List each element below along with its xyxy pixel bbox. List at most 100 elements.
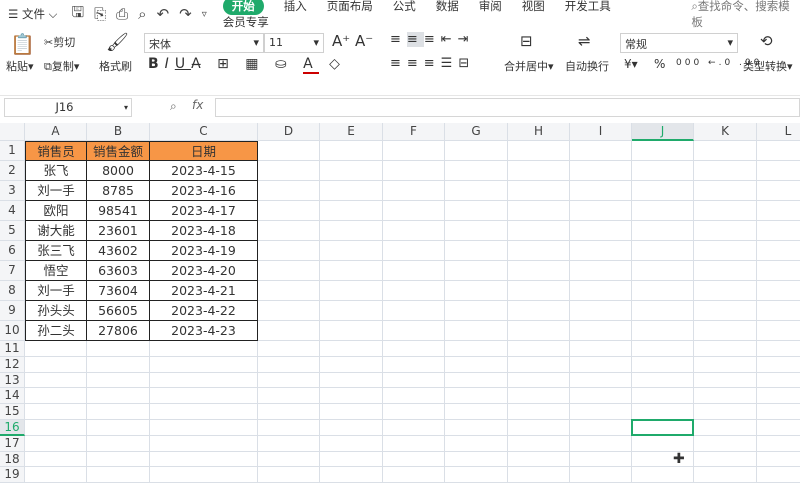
cell[interactable]: [150, 356, 258, 373]
cell[interactable]: [694, 201, 757, 221]
cell[interactable]: [570, 181, 632, 201]
cell[interactable]: [258, 281, 320, 301]
cell[interactable]: [632, 201, 694, 221]
cell[interactable]: [383, 451, 445, 468]
cell[interactable]: [258, 356, 320, 373]
cell[interactable]: [320, 261, 383, 281]
cell[interactable]: [320, 388, 383, 405]
cell[interactable]: [508, 372, 570, 389]
cell[interactable]: [150, 341, 258, 357]
table-cell[interactable]: 2023-4-23: [150, 321, 258, 341]
cell[interactable]: [383, 141, 445, 161]
cell[interactable]: [87, 388, 150, 405]
cell[interactable]: [694, 301, 757, 321]
cell[interactable]: [383, 261, 445, 281]
cell[interactable]: [383, 301, 445, 321]
cell[interactable]: [25, 372, 87, 389]
row-header-4[interactable]: 4: [0, 201, 25, 221]
cell[interactable]: [258, 420, 320, 436]
cell[interactable]: [445, 321, 508, 341]
tab-0[interactable]: 开始: [222, 0, 264, 15]
cell[interactable]: [25, 341, 87, 357]
cell[interactable]: [694, 372, 757, 389]
cell[interactable]: [150, 451, 258, 468]
cell[interactable]: [757, 420, 800, 436]
table-cell[interactable]: 2023-4-19: [150, 241, 258, 261]
cell[interactable]: [258, 388, 320, 405]
formula-input[interactable]: [215, 98, 800, 117]
cell[interactable]: [87, 435, 150, 452]
cell[interactable]: [570, 241, 632, 261]
row-header-10[interactable]: 10: [0, 321, 25, 341]
cell[interactable]: [508, 161, 570, 181]
column-header-C[interactable]: C: [150, 123, 258, 141]
halign-buttons[interactable]: ≡≡≡☰⊟: [390, 56, 475, 71]
cell[interactable]: [508, 356, 570, 373]
cell[interactable]: [757, 241, 800, 261]
cell[interactable]: [87, 467, 150, 484]
table-cell[interactable]: 2023-4-21: [150, 281, 258, 301]
cell[interactable]: [383, 241, 445, 261]
cell[interactable]: [320, 451, 383, 468]
cell[interactable]: [757, 467, 800, 484]
cell[interactable]: [570, 281, 632, 301]
cell[interactable]: [632, 301, 694, 321]
font-select[interactable]: 宋体 ▾: [144, 33, 264, 53]
cell[interactable]: [383, 372, 445, 389]
cell[interactable]: [25, 404, 87, 420]
tab-2[interactable]: 页面布局: [327, 0, 373, 13]
more-icon[interactable]: ▿: [202, 9, 207, 20]
cell[interactable]: [570, 372, 632, 389]
cell[interactable]: [694, 261, 757, 281]
cell[interactable]: [383, 221, 445, 241]
cell[interactable]: [632, 321, 694, 341]
cell[interactable]: [694, 467, 757, 484]
cell[interactable]: [258, 372, 320, 389]
cell[interactable]: [632, 435, 694, 452]
cell[interactable]: [320, 221, 383, 241]
column-header-H[interactable]: H: [508, 123, 570, 141]
table-cell[interactable]: 73604: [87, 281, 150, 301]
table-cell[interactable]: 欧阳: [25, 201, 87, 221]
cell[interactable]: [320, 301, 383, 321]
name-box[interactable]: J16 ▾: [4, 98, 132, 117]
cell[interactable]: [757, 436, 800, 452]
number-format-select[interactable]: 常规 ▾: [620, 33, 738, 53]
row-header-7[interactable]: 7: [0, 261, 25, 281]
export-icon[interactable]: ⎘: [94, 5, 106, 23]
paste-icon[interactable]: 📋: [10, 32, 35, 56]
redo-icon[interactable]: ↷: [179, 5, 192, 23]
cell[interactable]: [445, 261, 508, 281]
cell[interactable]: [87, 420, 150, 436]
cell[interactable]: [320, 201, 383, 221]
cell[interactable]: [508, 181, 570, 201]
cell[interactable]: [25, 435, 87, 452]
column-header-A[interactable]: A: [25, 123, 87, 141]
tab-3[interactable]: 公式: [393, 0, 416, 13]
cell[interactable]: [508, 435, 570, 452]
cell[interactable]: [445, 181, 508, 201]
column-header-G[interactable]: G: [445, 123, 508, 141]
cell[interactable]: [632, 161, 694, 181]
cell[interactable]: [508, 261, 570, 281]
cell[interactable]: [445, 161, 508, 181]
cell[interactable]: [694, 404, 757, 420]
cell[interactable]: [150, 420, 258, 436]
cell[interactable]: [508, 141, 570, 161]
cell[interactable]: [383, 321, 445, 341]
cell[interactable]: [383, 201, 445, 221]
column-header-I[interactable]: I: [570, 123, 632, 141]
table-header-cell[interactable]: 日期: [150, 141, 258, 161]
cell[interactable]: [508, 321, 570, 341]
cell[interactable]: [757, 181, 800, 201]
table-cell[interactable]: 2023-4-17: [150, 201, 258, 221]
cell[interactable]: [445, 435, 508, 452]
cell[interactable]: [25, 451, 87, 468]
table-cell[interactable]: 刘一手: [25, 181, 87, 201]
cell[interactable]: [632, 372, 694, 389]
cell[interactable]: [570, 388, 632, 405]
cell[interactable]: [258, 451, 320, 468]
cell[interactable]: [320, 241, 383, 261]
paste-button[interactable]: 粘贴▾: [6, 58, 34, 74]
cell[interactable]: [570, 261, 632, 281]
